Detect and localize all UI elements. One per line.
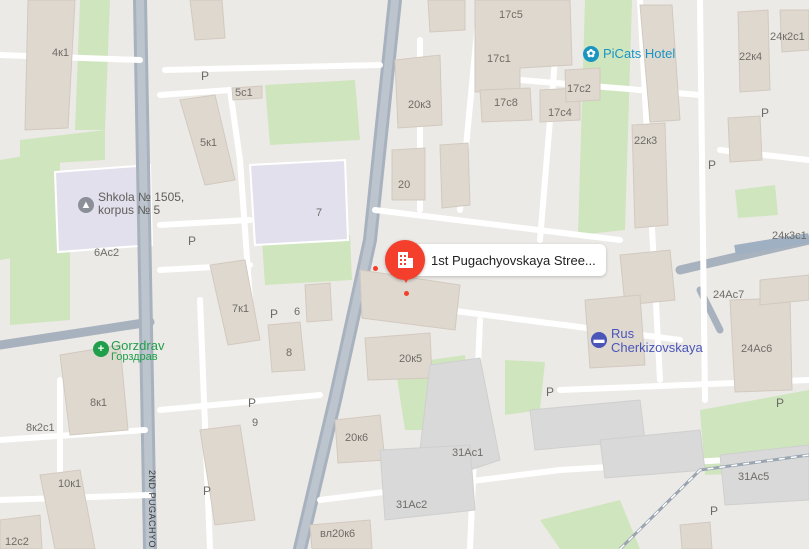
building-label: 20 [398,179,411,191]
building-label: 7к1 [232,303,250,315]
parking-icon: P [546,385,555,399]
bed-icon: ▬ [591,332,607,348]
building-label: 17с2 [567,83,591,95]
building-label: 20к5 [399,353,423,365]
building-label: 7 [316,207,323,219]
building-label: 20к6 [345,432,369,444]
selected-place-marker[interactable]: 1st Pugachyovskaya Stree... [385,240,606,283]
parking-icon: P [270,307,279,321]
selected-place-label[interactable]: 1st Pugachyovskaya Stree... [413,244,606,276]
building-label: 6Ас2 [94,247,120,259]
parking-icon: P [188,234,197,248]
pharmacy-cross-icon: + [93,341,109,357]
building-label: 5с1 [235,87,253,99]
street-label: 2ND PUGACHYO [147,470,157,549]
building-label: 20к3 [408,99,432,111]
poi-label-line2: Cherkizovskaya [611,340,703,355]
building-label: 24Ас7 [713,289,745,301]
school-name: Shkola № 1505, korpus № 5 [98,191,184,217]
building-label: 22к4 [739,51,763,63]
building-label: 17с4 [548,107,572,119]
building-label: 17с5 [499,9,523,21]
building-label: 31Ас5 [738,471,770,483]
building-label: 8 [286,347,293,359]
building-label: 8к1 [90,397,108,409]
building-label: 9 [252,417,259,429]
building-label: 17с1 [487,53,511,65]
building-label: 24к3с1 [772,230,807,242]
marker-dot [373,266,378,271]
building-label: 24к2с1 [770,31,805,43]
building-label: вл20к6 [320,528,356,540]
building-label: 22к3 [634,135,658,147]
paw-icon: ✿ [583,46,599,62]
building-label: 8к2с1 [26,422,55,434]
parking-icon: P [201,69,210,83]
building-label: 6 [294,306,301,318]
marker-dot [404,291,409,296]
poi-sublabel: Горздрав [111,351,158,363]
school-name-line2: korpus № 5 [98,203,161,217]
parking-icon: P [708,158,717,172]
parking-icon: P [203,484,212,498]
parking-icon: P [776,396,785,410]
poi-label-line1: Rus [611,326,635,341]
building-label: 10к1 [58,478,82,490]
building-label: 17с8 [494,97,518,109]
parking-icon: P [248,396,257,410]
map-canvas[interactable]: 17с5 17с1 17с2 17с8 17с4 4к1 5с1 5к1 20к… [0,0,809,549]
parking-icon: P [710,504,719,518]
building-icon [398,252,413,268]
poi-picats-hotel[interactable]: ✿ PiCats Hotel [583,46,675,62]
building-label: 4к1 [52,47,70,59]
building-label: 24Ас6 [741,343,773,355]
building-label: 12с2 [5,536,29,548]
poi-label: PiCats Hotel [603,45,676,61]
building-label: 5к1 [200,137,218,149]
selected-pin[interactable] [385,240,425,283]
building-label: 31Ас1 [452,447,484,459]
school-icon: ▲ [78,197,94,213]
parking-icon: P [761,106,770,120]
building-label: 31Ас2 [396,499,428,511]
pin-tail [402,276,410,283]
